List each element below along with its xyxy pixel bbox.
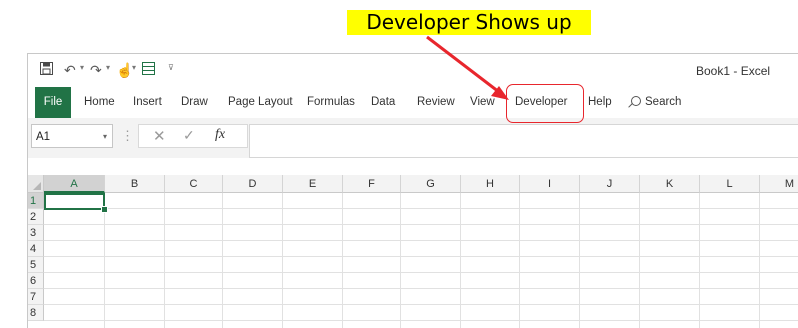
row-header-2[interactable]: 2 — [28, 209, 44, 225]
column-header-c[interactable]: C — [165, 175, 223, 193]
row-header-6[interactable]: 6 — [28, 273, 44, 289]
gridline — [222, 193, 223, 328]
name-box-dropdown-icon[interactable]: ▾ — [103, 125, 107, 149]
search-icon — [631, 96, 641, 106]
column-header-e[interactable]: E — [283, 175, 343, 193]
gridline — [400, 193, 401, 328]
gridline — [699, 193, 700, 328]
tab-review[interactable]: Review — [417, 87, 455, 118]
column-header-g[interactable]: G — [401, 175, 461, 193]
worksheet-grid[interactable]: A B C D E F G H I J K L M 1 2 3 4 5 6 7 … — [28, 175, 798, 328]
gridline — [164, 193, 165, 328]
window-title: Book1 - Excel — [696, 64, 771, 78]
redo-icon[interactable]: ↷ — [90, 62, 102, 78]
row-header-7[interactable]: 7 — [28, 289, 44, 305]
column-header-h[interactable]: H — [461, 175, 520, 193]
gridline — [282, 193, 283, 328]
gridline — [342, 193, 343, 328]
row-header-8[interactable]: 8 — [28, 305, 44, 321]
formula-bar: A1 ▾ ⋮ ✕ ✓ fx — [28, 118, 798, 158]
column-header-k[interactable]: K — [640, 175, 700, 193]
cancel-icon[interactable]: ✕ — [153, 127, 166, 145]
tab-formulas[interactable]: Formulas — [307, 87, 355, 118]
name-box[interactable]: A1 ▾ — [31, 124, 113, 148]
column-header-i[interactable]: I — [520, 175, 580, 193]
formula-buttons: ✕ ✓ fx — [138, 124, 248, 148]
formula-input[interactable] — [249, 124, 798, 158]
column-header-a[interactable]: A — [44, 175, 105, 193]
gridline — [460, 193, 461, 328]
undo-dropdown-icon[interactable]: ▾ — [80, 63, 84, 72]
annotation-callout: Developer Shows up — [347, 10, 591, 35]
fill-handle[interactable] — [101, 206, 108, 213]
gridline — [44, 320, 798, 321]
formula-bar-grip-icon: ⋮ — [121, 128, 134, 143]
active-cell[interactable] — [44, 193, 105, 210]
tab-file[interactable]: File — [35, 87, 71, 118]
column-header-m[interactable]: M — [760, 175, 798, 193]
select-all-button[interactable] — [28, 175, 44, 193]
tab-home[interactable]: Home — [84, 87, 115, 118]
name-box-value: A1 — [36, 131, 51, 143]
gridline — [104, 193, 105, 328]
quick-access-toolbar: ↶ ▾ ↷ ▾ ☝ ▾ ⊽ Book1 - Excel — [28, 54, 798, 87]
gridline — [759, 193, 760, 328]
gridline — [44, 272, 798, 273]
enter-icon[interactable]: ✓ — [183, 127, 195, 144]
row-header-4[interactable]: 4 — [28, 241, 44, 257]
gridline — [44, 304, 798, 305]
gridline — [579, 193, 580, 328]
insert-function-icon[interactable]: fx — [215, 127, 225, 143]
row-header-3[interactable]: 3 — [28, 225, 44, 241]
column-header-d[interactable]: D — [223, 175, 283, 193]
tab-insert[interactable]: Insert — [133, 87, 162, 118]
customize-icon[interactable]: ⊽ — [168, 63, 174, 72]
undo-icon[interactable]: ↶ — [64, 62, 76, 78]
touch-dropdown-icon[interactable]: ▾ — [132, 63, 136, 72]
redo-dropdown-icon[interactable]: ▾ — [106, 63, 110, 72]
column-header-l[interactable]: L — [700, 175, 760, 193]
row-header-5[interactable]: 5 — [28, 257, 44, 273]
search-box[interactable]: Search — [631, 87, 681, 118]
excel-window: ↶ ▾ ↷ ▾ ☝ ▾ ⊽ Book1 - Excel File Home In… — [27, 53, 798, 328]
gridline — [639, 193, 640, 328]
column-header-f[interactable]: F — [343, 175, 401, 193]
save-icon[interactable] — [40, 62, 53, 78]
gridline — [44, 288, 798, 289]
tab-draw[interactable]: Draw — [181, 87, 208, 118]
tab-view[interactable]: View — [470, 87, 495, 118]
ribbon-tabs: File Home Insert Draw Page Layout Formul… — [28, 87, 798, 118]
gridline — [519, 193, 520, 328]
column-header-b[interactable]: B — [105, 175, 165, 193]
developer-highlight-box — [506, 84, 584, 123]
tab-page-layout[interactable]: Page Layout — [228, 87, 293, 118]
tab-help[interactable]: Help — [588, 87, 612, 118]
search-label: Search — [645, 96, 682, 108]
gridline — [44, 240, 798, 241]
form-icon[interactable] — [142, 62, 155, 78]
row-header-1[interactable]: 1 — [28, 193, 44, 209]
tab-data[interactable]: Data — [371, 87, 395, 118]
gridline — [44, 208, 798, 209]
column-header-j[interactable]: J — [580, 175, 640, 193]
touch-mode-icon[interactable]: ☝ — [116, 62, 133, 78]
gridline — [44, 256, 798, 257]
gridline — [44, 224, 798, 225]
